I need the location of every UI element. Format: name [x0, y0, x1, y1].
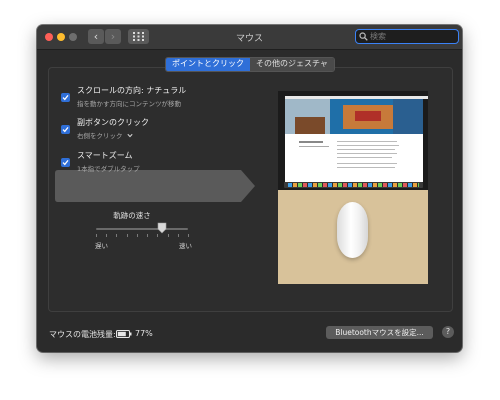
scroll-direction-description: 指を動かす方向にコンテンツが移動	[77, 100, 181, 108]
tracking-speed-track[interactable]	[96, 228, 188, 230]
title-bar: ‹ › マウス	[37, 25, 462, 50]
setup-bluetooth-mouse-button[interactable]: Bluetoothマウスを設定...	[326, 326, 433, 339]
search-icon	[359, 32, 368, 41]
tab-point-and-click[interactable]: ポイントとクリック	[166, 58, 250, 71]
tracking-speed-label: 軌跡の速さ	[113, 211, 151, 220]
tracking-speed-tick	[106, 234, 108, 237]
tracking-speed-max-label: 速い	[179, 242, 192, 250]
scroll-direction-checkbox[interactable]	[61, 93, 70, 102]
secondary-click-label: 副ボタンのクリック	[77, 118, 149, 127]
tracking-speed-tick	[188, 234, 189, 237]
magic-mouse-image	[337, 202, 368, 258]
checkmark-icon	[62, 126, 69, 133]
tracking-speed-tick	[147, 234, 149, 237]
scroll-direction-label: スクロールの方向: ナチュラル	[77, 86, 187, 95]
tracking-speed-tick	[167, 234, 169, 237]
checkmark-icon	[62, 94, 69, 101]
preferences-window: ‹ › マウス ポイントとクリック その他のジェスチャ	[37, 25, 462, 352]
tracking-speed-thumb[interactable]	[157, 222, 167, 234]
preview-desk-surface	[278, 190, 428, 284]
tracking-speed-tick	[157, 234, 159, 237]
preview-hero-image	[285, 99, 423, 134]
tracking-speed-tick	[177, 234, 179, 237]
smart-zoom-checkbox[interactable]	[61, 158, 70, 167]
preview-display	[278, 91, 428, 190]
help-button[interactable]: ?	[442, 326, 454, 338]
selected-row-highlight	[55, 170, 255, 202]
chevron-down-icon	[126, 133, 133, 138]
search-input[interactable]	[370, 30, 454, 42]
preview-dock	[284, 182, 423, 188]
smart-zoom-description: 1本指でダブルタップ	[77, 165, 140, 173]
tracking-speed-tick	[136, 234, 138, 237]
tab-more-gestures[interactable]: その他のジェスチャ	[250, 58, 334, 71]
secondary-click-dropdown[interactable]: 右側をクリック	[77, 130, 133, 140]
battery-level: 77%	[135, 329, 153, 338]
checkmark-icon	[62, 159, 69, 166]
battery-icon	[116, 330, 132, 338]
search-field[interactable]	[355, 29, 459, 44]
secondary-click-value: 右側をクリック	[77, 132, 123, 140]
tab-bar: ポイントとクリック その他のジェスチャ	[165, 57, 335, 72]
smart-zoom-label: スマートズーム	[77, 151, 133, 160]
tracking-speed-tick	[126, 234, 128, 237]
preview-browser-window	[285, 99, 423, 182]
tracking-speed-tick	[96, 234, 97, 237]
secondary-click-checkbox[interactable]	[61, 125, 70, 134]
gesture-preview-image	[278, 91, 428, 284]
tracking-speed-min-label: 遅い	[95, 242, 108, 250]
tracking-speed-tick	[116, 234, 118, 237]
battery-label: マウスの電池残量:	[49, 330, 116, 339]
